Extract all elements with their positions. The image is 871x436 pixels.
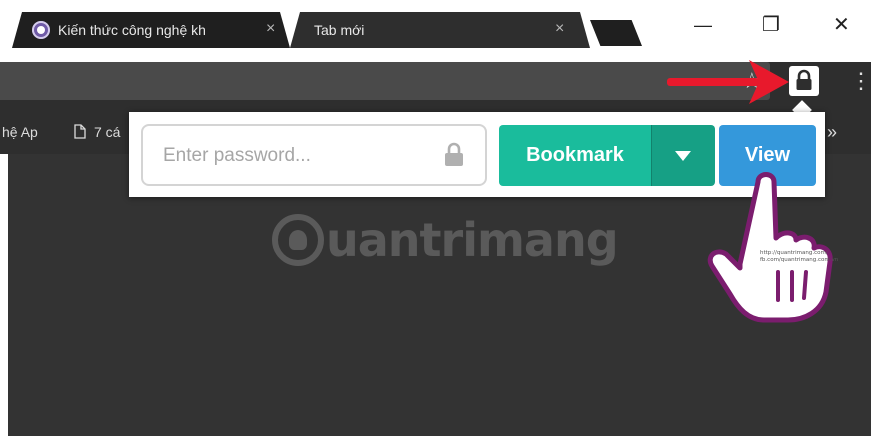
hand-caption-line: fb.com/quantrimang.com.vn	[760, 257, 839, 263]
minimize-button[interactable]: —	[694, 12, 712, 38]
close-icon[interactable]: ×	[555, 20, 564, 38]
address-bar[interactable]	[0, 62, 770, 100]
tab-title: Tab mới	[314, 22, 365, 38]
bookmark-button[interactable]: Bookmark	[499, 125, 651, 186]
tab-strip: Kiến thức công nghệ kh × Tab mới × — ❐ ✕	[0, 0, 871, 62]
password-input[interactable]	[161, 140, 435, 172]
page-icon	[74, 124, 86, 139]
chevron-down-icon	[675, 150, 691, 161]
watermark-text: uantrimang	[326, 213, 619, 267]
kebab-menu-icon[interactable]: ⋮	[850, 67, 871, 95]
new-tab-button[interactable]	[590, 20, 642, 46]
password-field[interactable]	[141, 124, 487, 186]
bulb-logo-icon	[272, 214, 324, 266]
watermark-logo: uantrimang	[272, 213, 619, 267]
close-icon[interactable]: ×	[266, 20, 275, 38]
close-window-button[interactable]: ✕	[833, 12, 850, 38]
bookmarks-overflow-button[interactable]: »	[827, 122, 837, 143]
bookmark-item-label: 7 cá	[94, 124, 121, 140]
restore-button[interactable]: ❐	[762, 12, 780, 38]
tab-title: Kiến thức công nghệ kh	[58, 22, 206, 38]
arrow-annotation-icon	[667, 60, 789, 104]
favicon-icon	[32, 21, 50, 39]
lock-icon	[445, 142, 463, 166]
tab-new[interactable]: Tab mới ×	[290, 12, 590, 48]
bookmark-item-page[interactable]: 7 cá	[74, 124, 120, 140]
tab-kien-thuc[interactable]: Kiến thức công nghệ kh ×	[12, 12, 290, 48]
hand-caption-line: http://quantrimang.com/	[760, 250, 828, 256]
bookmark-item[interactable]: hệ Ap	[2, 124, 38, 140]
hand-pointer-icon: http://quantrimang.com/ fb.com/quantrima…	[707, 172, 839, 323]
browser-window: Kiến thức công nghệ kh × Tab mới × — ❐ ✕…	[0, 0, 871, 436]
